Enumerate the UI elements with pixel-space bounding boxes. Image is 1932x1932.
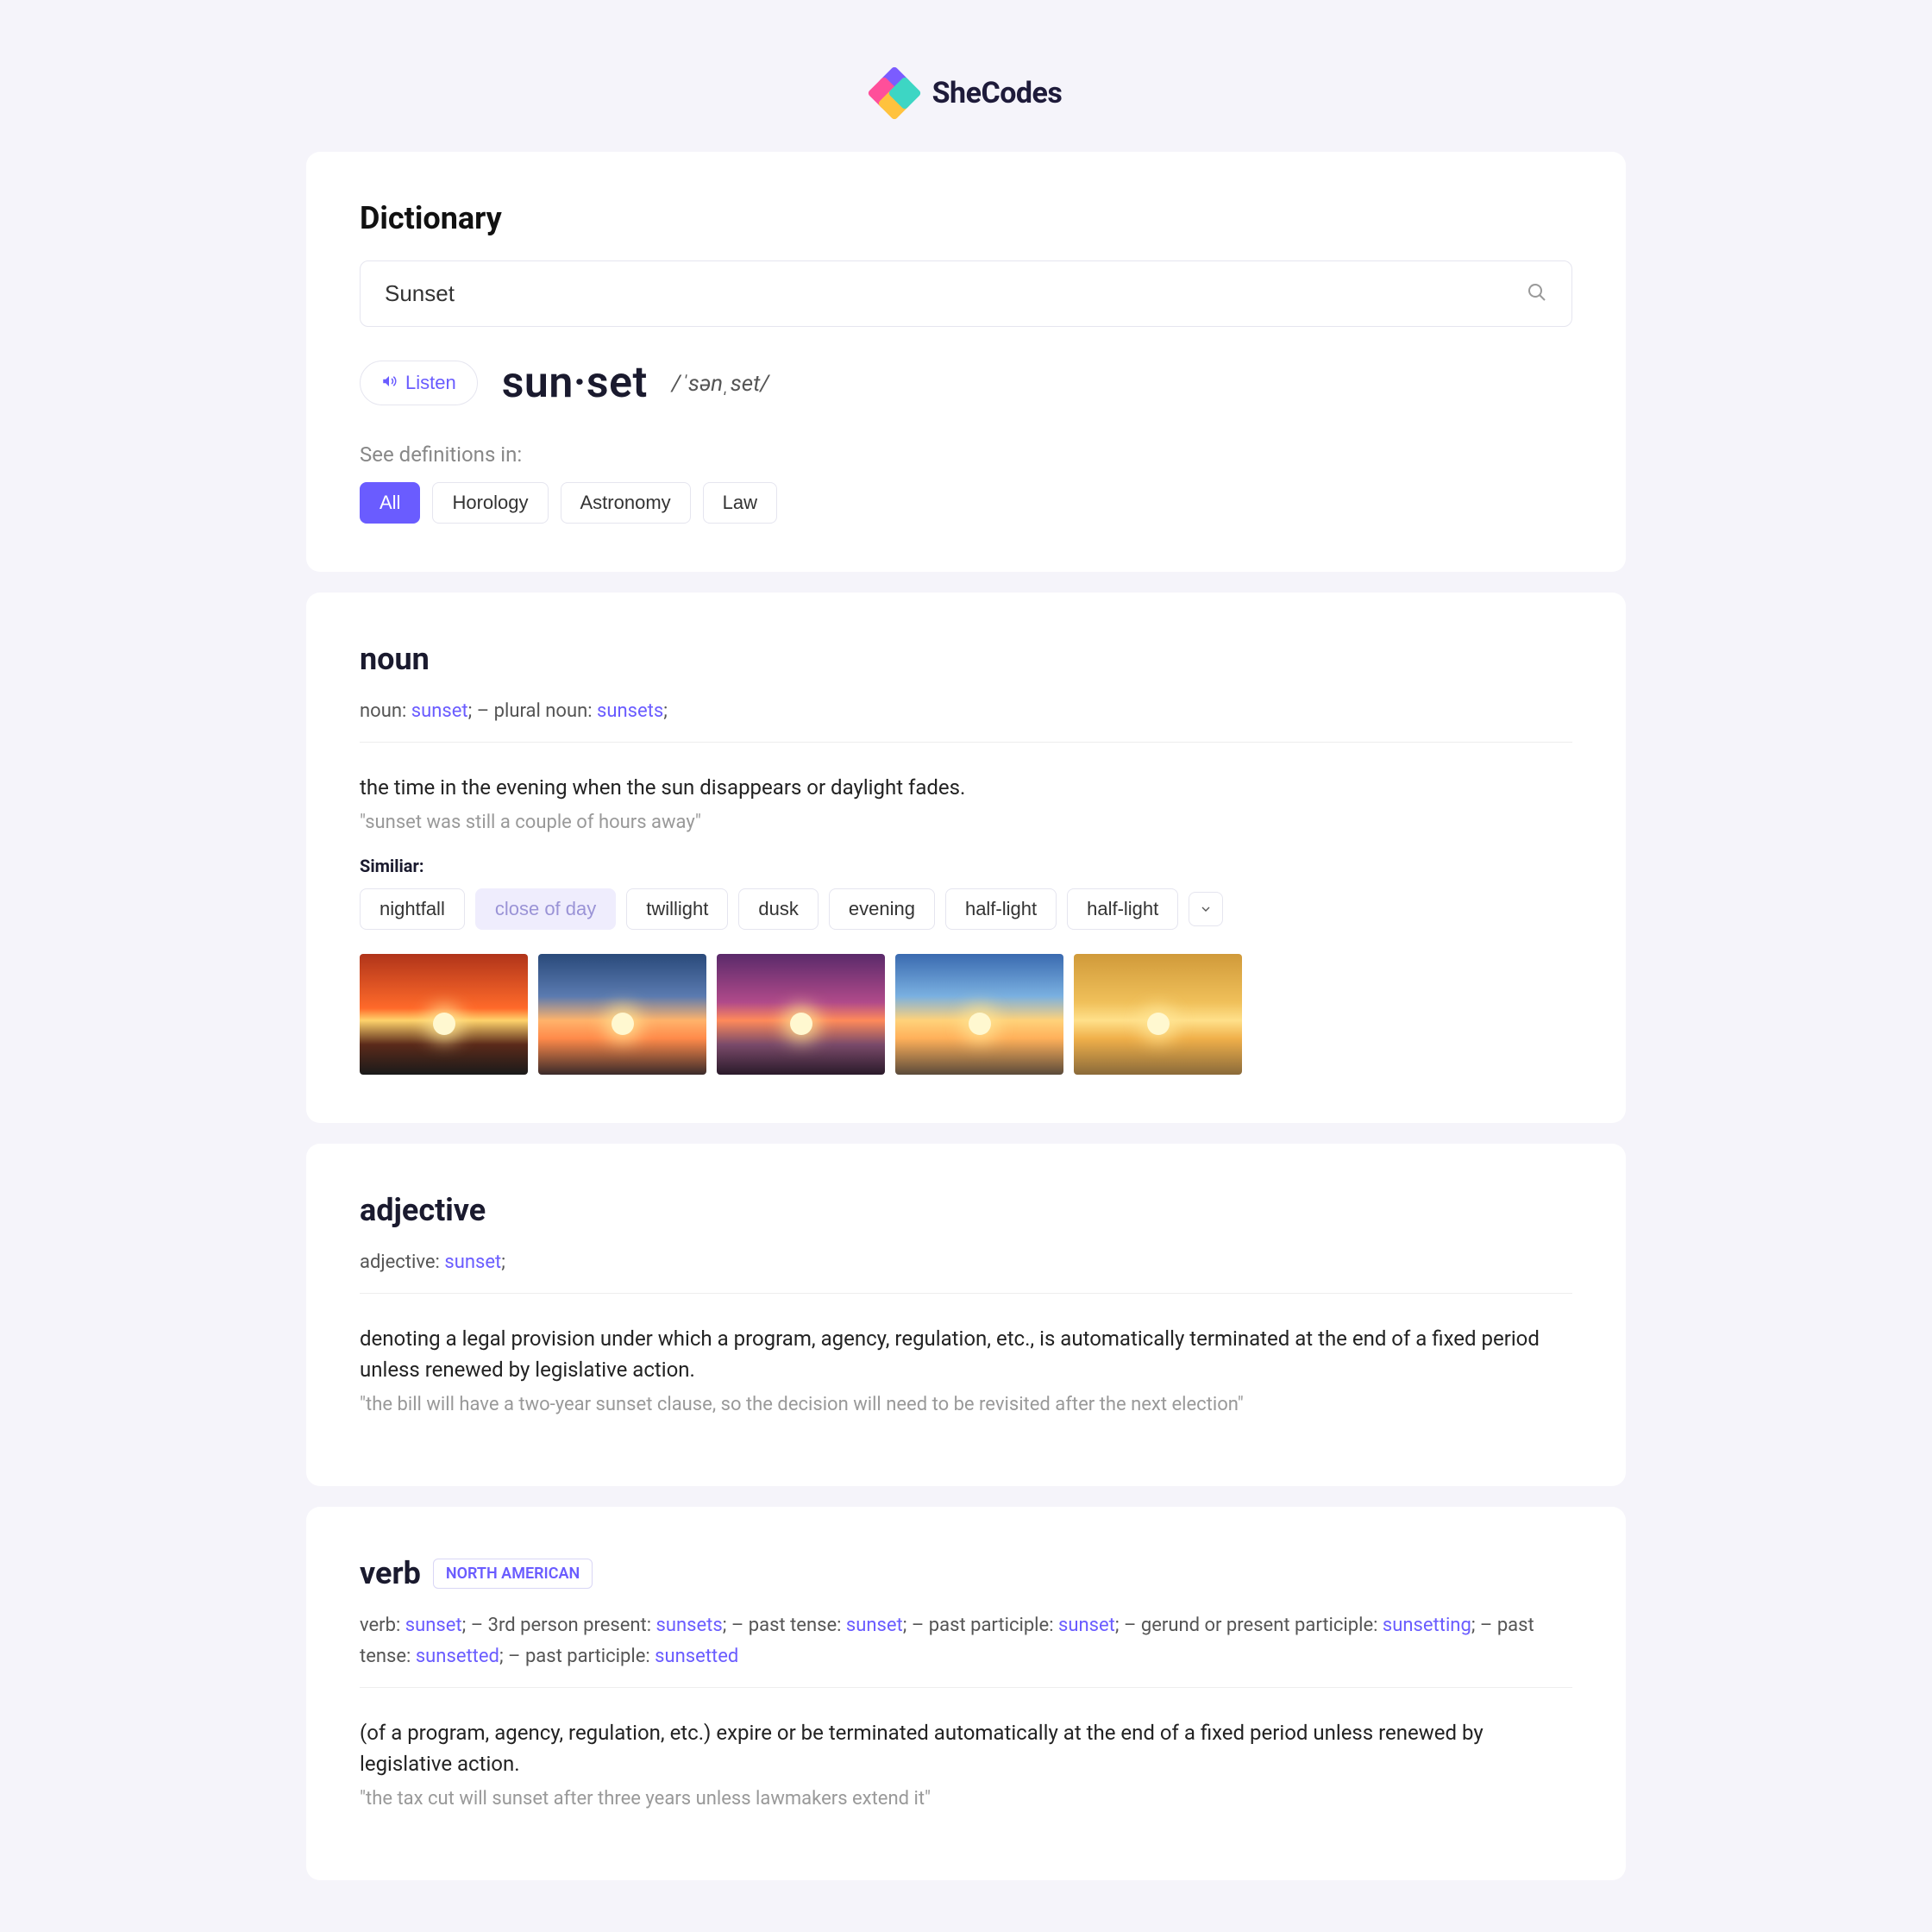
image-thumbnail[interactable]: [1074, 954, 1242, 1075]
listen-label: Listen: [405, 372, 456, 394]
similar-label: Similiar:: [360, 856, 1572, 876]
example-text: "the tax cut will sunset after three yea…: [360, 1788, 1572, 1810]
category-pill-horology[interactable]: Horology: [432, 482, 548, 524]
pos-title: noun: [360, 641, 430, 677]
headword: sun·set: [502, 358, 648, 408]
phonetic: /ˈsənˌset/: [672, 370, 769, 397]
expand-similar-button[interactable]: [1189, 892, 1223, 926]
similar-row: nightfallclose of daytwillightdusk evenin…: [360, 888, 1572, 930]
image-thumbnail[interactable]: [538, 954, 706, 1075]
speaker-icon: [381, 372, 397, 394]
similar-chip[interactable]: evening: [829, 888, 935, 930]
search-box[interactable]: [360, 260, 1572, 327]
listen-button[interactable]: Listen: [360, 361, 478, 405]
divider: [360, 1293, 1572, 1294]
search-icon[interactable]: [1527, 282, 1547, 306]
image-thumbnail[interactable]: [717, 954, 885, 1075]
definition-text: (of a program, agency, regulation, etc.)…: [360, 1717, 1572, 1779]
forms-line: adjective: sunset;: [360, 1247, 1572, 1277]
similar-chip[interactable]: dusk: [738, 888, 818, 930]
example-text: "the bill will have a two-year sunset cl…: [360, 1394, 1572, 1415]
forms-line: noun: sunset; – plural noun: sunsets;: [360, 696, 1572, 726]
category-pill-law[interactable]: Law: [703, 482, 777, 524]
pos-title: adjective: [360, 1192, 486, 1228]
pos-title: verb: [360, 1555, 421, 1591]
divider: [360, 742, 1572, 743]
chevron-down-icon: [1199, 902, 1213, 916]
image-thumbnail[interactable]: [360, 954, 528, 1075]
entry-adjective: adjective adjective: sunset; denoting a le…: [306, 1144, 1626, 1486]
image-row: [360, 954, 1572, 1075]
similar-chip[interactable]: nightfall: [360, 888, 465, 930]
similar-chip[interactable]: close of day: [475, 888, 616, 930]
category-filter-row: All Horology Astronomy Law: [360, 482, 1572, 524]
similar-chip[interactable]: twillight: [626, 888, 728, 930]
category-pill-astronomy[interactable]: Astronomy: [561, 482, 691, 524]
region-tag: NORTH AMERICAN: [433, 1559, 593, 1589]
see-definitions-label: See definitions in:: [360, 442, 1572, 467]
definition-text: the time in the evening when the sun dis…: [360, 772, 1572, 803]
logo: SheCodes: [306, 69, 1626, 117]
search-card: Dictionary Listen sun·set /ˈsənˌset/ See…: [306, 152, 1626, 572]
entry-verb: verb NORTH AMERICAN verb: sunset; – 3rd pe…: [306, 1507, 1626, 1879]
entry-noun: noun noun: sunset; – plural noun: sunsets…: [306, 593, 1626, 1123]
similar-chip[interactable]: half-light: [1067, 888, 1178, 930]
logo-icon: [870, 69, 919, 117]
category-pill-all[interactable]: All: [360, 482, 420, 524]
brand-name: SheCodes: [932, 76, 1063, 110]
search-input[interactable]: [385, 280, 1527, 307]
page-title: Dictionary: [360, 200, 1572, 236]
example-text: "sunset was still a couple of hours away…: [360, 812, 1572, 833]
divider: [360, 1687, 1572, 1688]
image-thumbnail[interactable]: [895, 954, 1063, 1075]
definition-text: denoting a legal provision under which a…: [360, 1323, 1572, 1385]
forms-line: verb: sunset; – 3rd person present: suns…: [360, 1610, 1572, 1671]
similar-chip[interactable]: half-light: [945, 888, 1057, 930]
